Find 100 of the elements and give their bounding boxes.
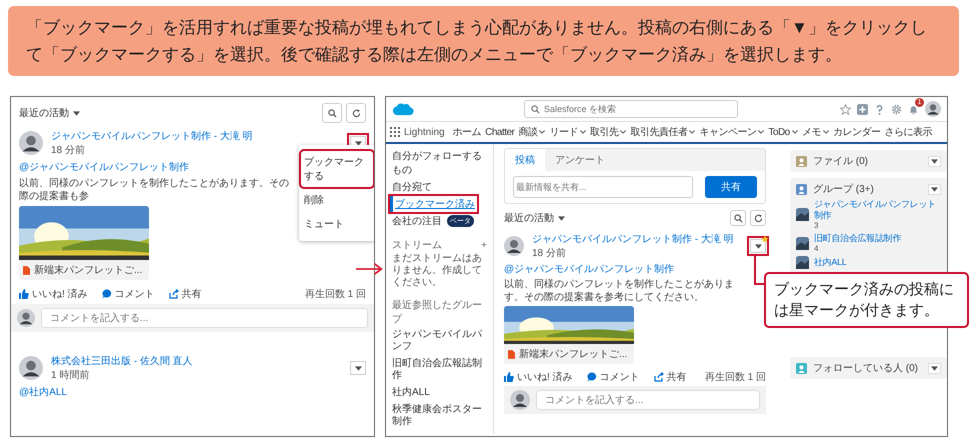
search-button[interactable] — [322, 103, 342, 123]
composer-tab[interactable]: アンケート — [545, 149, 615, 171]
nav-tab[interactable]: カレンダー — [832, 125, 880, 139]
nav-tab[interactable]: リード — [549, 125, 586, 139]
search-icon — [328, 108, 336, 118]
card-icon — [796, 156, 807, 166]
card-title: グループ (3+) — [813, 182, 875, 196]
view-count: 再生回数 1 回 — [304, 288, 366, 301]
instruction-banner: 「ブックマーク」を活用すれば重要な投稿が埋もれてしまう心配がありません。投稿の右側にある「▼」をクリックして「ブックマークする」を選択。後で確認する際は左側のメニューで「ブックマーク済み」を選択します。 — [8, 6, 959, 76]
settings-icon[interactable] — [891, 104, 902, 114]
section-heading: 最近参照したグループ — [392, 298, 483, 326]
caret-icon — [931, 366, 938, 370]
group-link[interactable]: 社内ALL — [386, 385, 493, 401]
refresh-button[interactable] — [750, 210, 766, 226]
menu-item[interactable]: ブックマークする — [301, 151, 373, 187]
avatar-icon — [19, 131, 43, 155]
menu-item[interactable]: 削除 — [301, 189, 373, 211]
action-link[interactable]: コメント — [586, 370, 640, 384]
plus-icon[interactable] — [857, 104, 868, 114]
group-link[interactable]: 旧町自治会広報誌制作 — [386, 356, 493, 384]
post-text: 以前、同様のパンフレットを制作したことがあります。その際の提案書も参 — [19, 177, 289, 203]
share-field[interactable]: 最新情報を共有... — [513, 176, 693, 198]
card-icon — [796, 362, 807, 374]
chevron-icon — [580, 130, 586, 134]
callout: ブックマーク済みの投稿には星マークが付きます。 — [764, 272, 969, 328]
global-search-field[interactable]: Salesforce を検索 — [524, 100, 738, 118]
post-author-link[interactable]: ジャパンモバイルパンフレット制作 - 大滝 明 — [51, 129, 342, 143]
feed-filter-dropdown[interactable]: 最近の活動 — [19, 106, 80, 120]
action-link[interactable]: いいね! 済み — [19, 287, 88, 301]
share-button[interactable]: 共有 — [705, 176, 757, 198]
post-author-link[interactable]: ジャパンモバイルパンフレット制作 - 大滝 明 — [532, 232, 742, 246]
card-menu-button[interactable] — [928, 156, 941, 166]
group-link[interactable]: ジャパンモバイルパンフレット制作 — [814, 199, 941, 221]
search-icon — [734, 214, 742, 222]
add-stream-button[interactable]: + — [481, 238, 487, 252]
post-author-link[interactable]: 株式会社三田出版 - 佐久間 直人 — [51, 354, 342, 368]
action-link[interactable]: コメント — [102, 287, 155, 301]
attachment-card[interactable]: 新端末パンフレットご... — [19, 206, 149, 280]
post-menu-button[interactable] — [350, 361, 366, 375]
post-text: 以前、同様のパンフレットを制作したことがあります。その際の提案書を参考にしてください。 — [504, 278, 735, 304]
card-menu-button[interactable] — [928, 184, 941, 194]
group-link[interactable]: 秋季健康会ポスター制作 — [386, 402, 493, 430]
help-icon[interactable] — [874, 104, 885, 114]
section-heading: ストリーム — [392, 239, 442, 252]
nav-tab[interactable]: ToDo — [768, 126, 798, 138]
bell-icon[interactable] — [908, 104, 919, 114]
share-icon — [654, 372, 664, 382]
nav-tab[interactable]: キャンペーン — [699, 125, 764, 139]
file-icon — [23, 266, 30, 274]
avatar-icon — [504, 236, 524, 256]
caret-icon — [931, 186, 938, 192]
member-count: 3 — [814, 221, 820, 230]
cloud-logo-icon — [392, 102, 414, 116]
group-link[interactable]: 社内ALL — [814, 257, 847, 268]
caret-icon — [73, 110, 80, 116]
nav-tab[interactable]: 取引先 — [590, 125, 626, 139]
action-link[interactable]: 共有 — [654, 370, 687, 384]
mention-link[interactable]: @ジャパンモバイルパンフレット制作 — [504, 262, 674, 276]
nav-tab[interactable]: ホーム — [452, 125, 482, 139]
chevron-icon — [689, 130, 696, 134]
menu-item[interactable]: ミュート — [301, 213, 373, 235]
feed-filter-link[interactable]: 自分宛て — [390, 179, 434, 195]
comment-field[interactable]: コメントを記入する... — [536, 390, 760, 410]
attachment-name: 新端末パンフレットご... — [519, 348, 628, 361]
feed-filter-link[interactable]: 自分がフォローするもの — [390, 148, 493, 178]
mention-link[interactable]: @ジャパンモバイルパンフレット制作 — [19, 160, 190, 174]
chevron-icon — [620, 130, 626, 134]
speech-bubble-icon — [102, 289, 112, 299]
feed-filter-link[interactable]: 会社の注目 — [390, 213, 444, 229]
app-name: Lightning — [404, 126, 445, 138]
search-button[interactable] — [730, 210, 746, 226]
attachment-card[interactable]: 新端末パンフレットご... — [504, 306, 634, 364]
app-launcher-icon[interactable] — [390, 127, 400, 137]
comment-field[interactable]: コメントを記入する... — [41, 308, 368, 328]
nav-tab[interactable]: メモ — [802, 125, 829, 139]
chevron-icon — [822, 130, 829, 134]
search-icon — [531, 104, 540, 114]
avatar-icon — [925, 101, 941, 117]
arrow-icon — [355, 262, 385, 276]
feed-filter-dropdown[interactable]: 最近の活動 — [504, 211, 565, 225]
nav-tab[interactable]: 商談 — [518, 125, 546, 139]
card-menu-button[interactable] — [928, 362, 941, 374]
favorites-icon[interactable] — [840, 104, 851, 114]
composer-tab[interactable]: 投稿 — [505, 149, 545, 171]
member-count: 4 — [814, 244, 820, 253]
mention-link[interactable]: @社内ALL — [19, 385, 67, 399]
group-avatar-icon — [796, 208, 809, 221]
feed-filter-link[interactable]: ブックマーク済み — [390, 196, 477, 212]
nav-tab[interactable]: さらに表示 — [884, 125, 932, 139]
nav-tab[interactable]: 取引先責任者 — [630, 125, 696, 139]
refresh-button[interactable] — [346, 103, 366, 123]
group-link[interactable]: ジャパンモバイルパンフ — [386, 327, 493, 355]
nav-tab[interactable]: Chatter — [485, 126, 514, 138]
caret-icon — [754, 244, 762, 248]
group-link[interactable]: 旧町自治会広報誌制作 — [814, 233, 902, 244]
chevron-icon — [539, 130, 546, 134]
post-time: 18 分前 — [51, 144, 86, 157]
action-link[interactable]: いいね! 済み — [504, 370, 573, 384]
caret-icon — [558, 216, 565, 220]
action-link[interactable]: 共有 — [168, 287, 202, 301]
